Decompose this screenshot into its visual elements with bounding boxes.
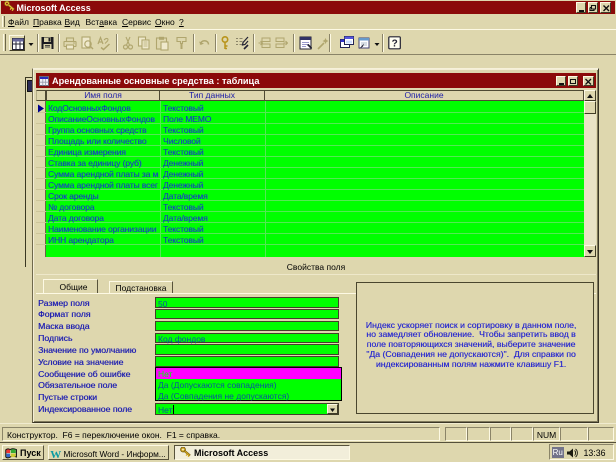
svg-text:W: W xyxy=(50,449,61,460)
svg-text:?: ? xyxy=(392,39,398,50)
